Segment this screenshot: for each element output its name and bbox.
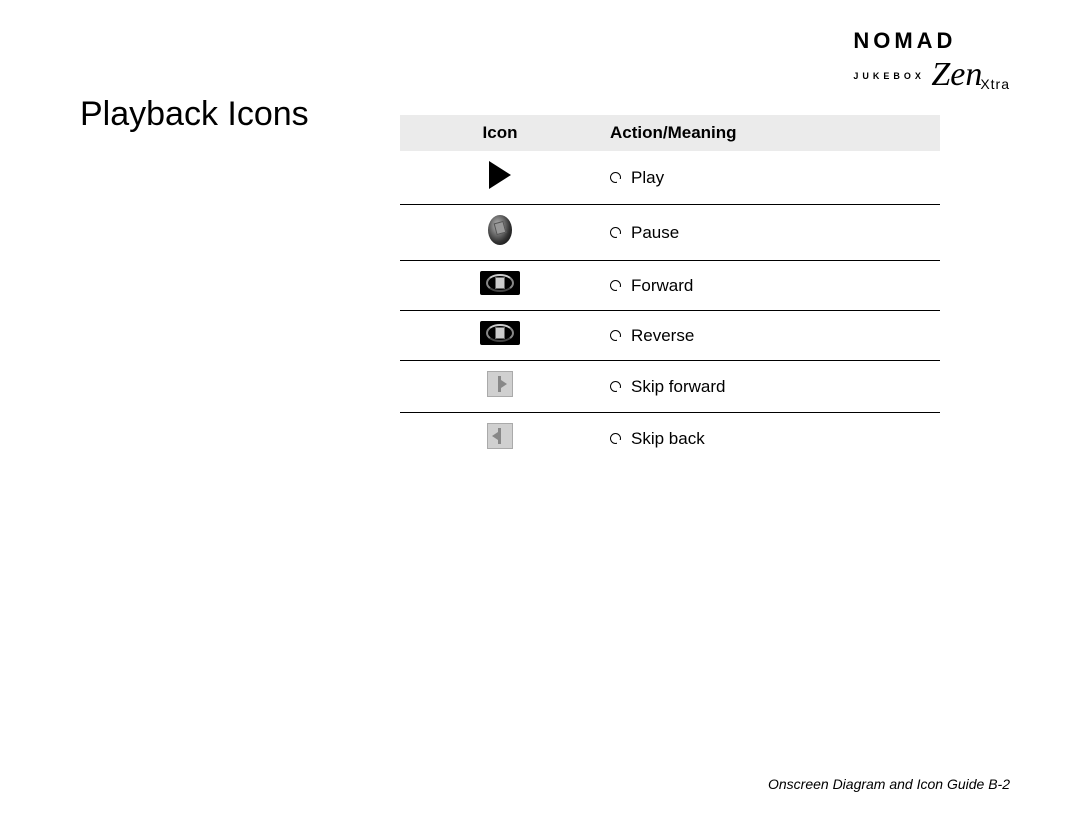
table-row: Skip forward bbox=[400, 361, 940, 413]
table-row: Reverse bbox=[400, 311, 940, 361]
pause-icon bbox=[488, 215, 512, 245]
bullet-icon bbox=[610, 330, 621, 341]
meaning-text: Forward bbox=[631, 276, 693, 295]
logo-xtra: Xtra bbox=[980, 76, 1010, 92]
page-footer: Onscreen Diagram and Icon Guide B-2 bbox=[768, 776, 1010, 792]
col-header-icon: Icon bbox=[400, 115, 600, 151]
bullet-icon bbox=[610, 381, 621, 392]
page-title: Playback Icons bbox=[80, 95, 309, 134]
reverse-icon bbox=[480, 321, 520, 345]
logo-zen: Zen bbox=[931, 56, 982, 93]
skip-forward-icon bbox=[487, 371, 513, 397]
table-row: Play bbox=[400, 151, 940, 205]
bullet-icon bbox=[610, 227, 621, 238]
forward-icon bbox=[480, 271, 520, 295]
bullet-icon bbox=[610, 172, 621, 183]
meaning-text: Skip back bbox=[631, 429, 705, 448]
table-row: Skip back bbox=[400, 413, 940, 465]
logo-nomad: NOMAD bbox=[853, 28, 956, 53]
skip-back-icon bbox=[487, 423, 513, 449]
meaning-text: Skip forward bbox=[631, 377, 725, 396]
table-row: Forward bbox=[400, 261, 940, 311]
bullet-icon bbox=[610, 280, 621, 291]
table-row: Pause bbox=[400, 205, 940, 261]
bullet-icon bbox=[610, 433, 621, 444]
play-icon bbox=[489, 161, 511, 189]
meaning-text: Play bbox=[631, 168, 664, 187]
playback-icons-table: Icon Action/Meaning Play Pause Forward R… bbox=[400, 115, 940, 464]
col-header-meaning: Action/Meaning bbox=[600, 115, 940, 151]
brand-logo: NOMAD JUKEBOX ZenXtra bbox=[853, 30, 1010, 86]
logo-jukebox: JUKEBOX bbox=[853, 72, 925, 81]
meaning-text: Reverse bbox=[631, 326, 694, 345]
meaning-text: Pause bbox=[631, 223, 679, 242]
